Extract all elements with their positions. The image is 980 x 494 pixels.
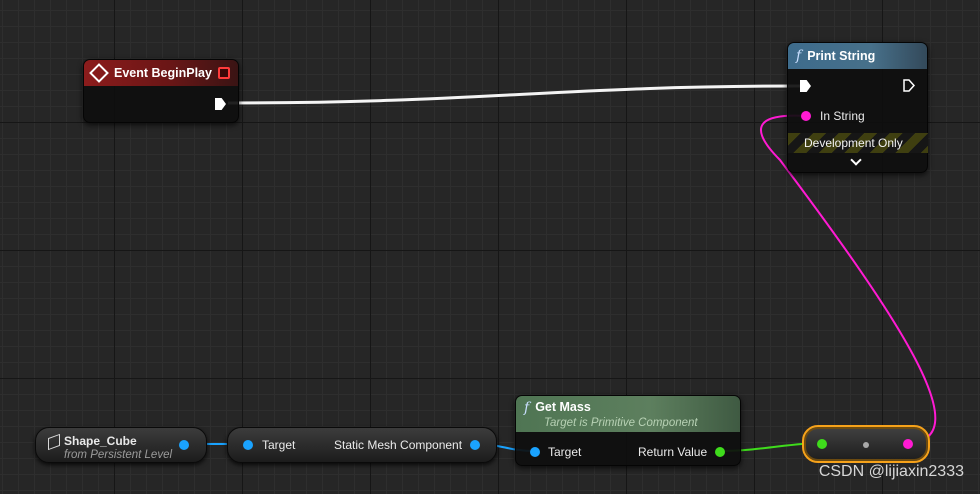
- static-mesh-component-getter-node[interactable]: Target Static Mesh Component: [227, 427, 497, 463]
- conversion-output-pin[interactable]: [903, 439, 913, 449]
- static-mesh-component-output-pin[interactable]: [470, 440, 480, 450]
- exec-input-pin[interactable]: [800, 80, 811, 92]
- getter-target-pin[interactable]: [243, 440, 253, 450]
- watermark-text: CSDN @lijiaxin2333: [818, 463, 964, 480]
- print-string-title: Print String: [807, 49, 876, 63]
- conversion-center-dot: [863, 442, 869, 448]
- event-beginplay-node[interactable]: Event BeginPlay: [83, 59, 239, 123]
- print-string-node[interactable]: f Print String In String Development Onl…: [787, 42, 928, 173]
- in-string-label: In String: [820, 109, 865, 123]
- event-beginplay-title: Event BeginPlay: [114, 66, 212, 80]
- exec-output-pin[interactable]: [903, 79, 915, 92]
- return-value-label: Return Value: [638, 445, 708, 459]
- shape-cube-output-pin[interactable]: [179, 440, 189, 450]
- development-only-label: Development Only: [804, 136, 903, 150]
- print-string-header[interactable]: f Print String: [788, 43, 927, 69]
- get-mass-subtitle: Target is Primitive Component: [544, 417, 698, 429]
- exec-output-pin[interactable]: [215, 98, 226, 110]
- expand-chevron-icon[interactable]: [850, 154, 862, 166]
- get-mass-target-pin[interactable]: [530, 447, 540, 457]
- static-mesh-component-label: Static Mesh Component: [334, 438, 463, 452]
- shape-cube-subtitle: from Persistent Level: [64, 449, 173, 461]
- get-mass-title: Get Mass: [535, 400, 591, 414]
- event-icon: [89, 63, 109, 83]
- conversion-node[interactable]: [802, 425, 930, 463]
- event-beginplay-header[interactable]: Event BeginPlay: [84, 60, 238, 86]
- shape-cube-reference-node[interactable]: Shape_Cube from Persistent Level: [35, 427, 207, 463]
- get-mass-node[interactable]: f Get Mass Target is Primitive Component…: [515, 395, 741, 466]
- shape-cube-title: Shape_Cube: [64, 434, 137, 448]
- conversion-input-pin[interactable]: [817, 439, 827, 449]
- function-icon: f: [524, 400, 530, 416]
- delegate-pin-icon[interactable]: [218, 67, 230, 79]
- exec-wire[interactable]: [227, 84, 801, 105]
- cube-icon: [48, 433, 60, 451]
- get-mass-target-label: Target: [548, 445, 582, 459]
- in-string-pin[interactable]: [801, 111, 811, 121]
- function-icon: f: [796, 48, 802, 64]
- return-value-pin[interactable]: [715, 447, 725, 457]
- getter-target-label: Target: [262, 438, 296, 452]
